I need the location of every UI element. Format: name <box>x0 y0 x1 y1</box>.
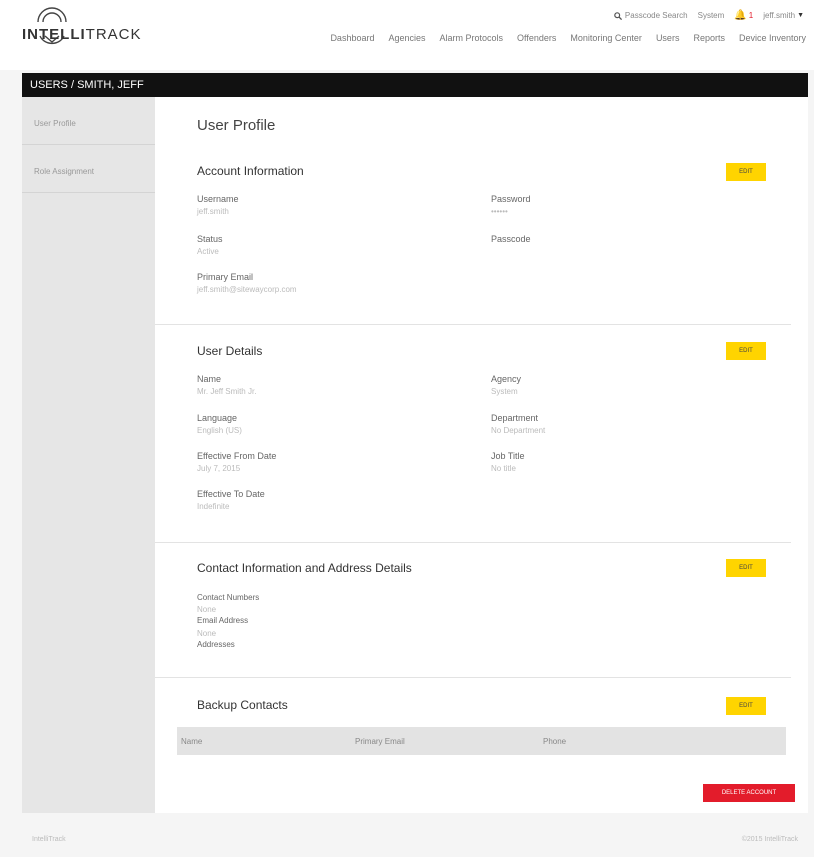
user-name: jeff.smith <box>763 11 796 20</box>
breadcrumb: USERS / SMITH, JEFF <box>22 73 808 97</box>
email-address-value: None <box>197 629 217 638</box>
field-value: English (US) <box>197 426 242 435</box>
nav-dashboard[interactable]: Dashboard <box>330 33 374 43</box>
main-content: User Profile Account Information EDIT Us… <box>155 97 808 813</box>
user-details-section: User Details EDIT Name Mr. Jeff Smith Jr… <box>155 324 791 543</box>
backup-contacts-table-header: Name Primary Email Phone <box>177 727 786 755</box>
system-link[interactable]: System <box>698 11 725 20</box>
page-title: User Profile <box>197 117 276 134</box>
column-header-name[interactable]: Name <box>181 737 202 746</box>
field-value: jeff.smith <box>197 207 229 216</box>
department-field: Department No Department <box>491 413 545 435</box>
sidebar-item-role-assignment[interactable]: Role Assignment <box>22 145 155 193</box>
language-field: Language English (US) <box>197 413 242 435</box>
job-title-field: Job Title No title <box>491 451 525 473</box>
column-header-phone[interactable]: Phone <box>543 737 566 746</box>
field-label: Passcode <box>491 234 531 244</box>
chevron-down-icon: ▼ <box>797 12 804 19</box>
field-value: No title <box>491 464 516 473</box>
effective-from-date-field: Effective From Date July 7, 2015 <box>197 451 276 473</box>
status-field: Status Active <box>197 234 223 256</box>
field-label: Job Title <box>491 451 525 461</box>
brand-name-rest: TRACK <box>85 26 142 43</box>
field-label: Effective From Date <box>197 451 277 461</box>
field-label: Name <box>197 374 222 384</box>
backup-contacts-title: Backup Contacts <box>197 698 288 712</box>
sidebar-item-user-profile[interactable]: User Profile <box>22 97 155 145</box>
field-label: Department <box>491 413 539 423</box>
contact-numbers-value: None <box>197 605 217 614</box>
nav-monitoring-center[interactable]: Monitoring Center <box>570 33 642 43</box>
edit-user-details-button[interactable]: EDIT <box>726 342 766 360</box>
nav-offenders[interactable]: Offenders <box>517 33 556 43</box>
edit-account-button[interactable]: EDIT <box>726 163 766 181</box>
contact-numbers-label: Contact Numbers <box>197 593 260 602</box>
username-field: Username jeff.smith <box>197 194 239 216</box>
field-label: Agency <box>491 374 522 384</box>
alert-count: 1 <box>748 11 754 20</box>
nav-reports[interactable]: Reports <box>693 33 725 43</box>
section-title: User Details <box>197 344 263 358</box>
user-menu[interactable]: jeff.smith ▼ <box>763 11 804 20</box>
name-field: Name Mr. Jeff Smith Jr. <box>197 374 256 396</box>
field-value: Mr. Jeff Smith Jr. <box>197 387 257 396</box>
field-label: Status <box>197 234 223 244</box>
search-icon <box>614 11 622 20</box>
passcode-search-link[interactable]: Passcode Search <box>614 11 688 20</box>
passcode-field: Passcode <box>491 234 531 247</box>
section-title: Contact Information and Address Details <box>197 561 412 575</box>
addresses-label: Addresses <box>197 640 235 649</box>
field-label: Effective To Date <box>197 489 265 499</box>
brand-name-bold: INTELLI <box>22 26 86 43</box>
field-label: Language <box>197 413 238 423</box>
edit-backup-contacts-button[interactable]: EDIT <box>726 697 766 715</box>
footer: IntelliTrack ©2015 IntelliTrack <box>22 822 808 852</box>
nav-alarm-protocols[interactable]: Alarm Protocols <box>440 33 504 43</box>
footer-left-text: IntelliTrack <box>32 836 66 843</box>
contact-information-section: Contact Information and Address Details … <box>155 542 791 678</box>
field-value: Active <box>197 247 219 256</box>
bell-icon: 🔔 <box>734 10 747 21</box>
field-label: Primary Email <box>197 272 254 282</box>
field-value: System <box>491 387 518 396</box>
field-value: July 7, 2015 <box>197 464 241 473</box>
account-information-section: Account Information EDIT Username jeff.s… <box>155 152 791 325</box>
edit-contact-button[interactable]: EDIT <box>726 559 766 577</box>
section-title: Account Information <box>197 164 304 178</box>
field-label: Password <box>491 194 531 204</box>
alerts-button[interactable]: 🔔 1 <box>734 10 753 21</box>
field-value: jeff.smith@sitewaycorp.com <box>197 285 297 294</box>
field-value: No Department <box>491 426 546 435</box>
top-utility-bar: Passcode Search System 🔔 1 jeff.smith ▼ <box>614 10 804 21</box>
agency-field: Agency System <box>491 374 521 396</box>
nav-agencies[interactable]: Agencies <box>388 33 425 43</box>
delete-account-button[interactable]: DELETE ACCOUNT <box>703 784 795 802</box>
primary-email-field: Primary Email jeff.smith@sitewaycorp.com <box>197 272 297 294</box>
intellitrack-logo[interactable]: INTELLITRACK <box>22 7 142 54</box>
footer-right-text: ©2015 IntelliTrack <box>741 836 798 843</box>
app-header: INTELLITRACK Passcode Search System 🔔 1 … <box>0 0 814 70</box>
field-value: •••••• <box>491 207 508 216</box>
main-nav: Dashboard Agencies Alarm Protocols Offen… <box>330 33 806 43</box>
sidebar: User Profile Role Assignment <box>22 97 155 813</box>
field-label: Username <box>197 194 239 204</box>
field-value: Indefinite <box>197 502 230 511</box>
nav-users[interactable]: Users <box>656 33 680 43</box>
email-address-label: Email Address <box>197 616 249 625</box>
password-field: Password •••••• <box>491 194 531 216</box>
passcode-search-label: Passcode Search <box>624 11 688 20</box>
nav-device-inventory[interactable]: Device Inventory <box>739 33 806 43</box>
column-header-primary-email[interactable]: Primary Email <box>355 737 405 746</box>
effective-to-date-field: Effective To Date Indefinite <box>197 489 265 511</box>
